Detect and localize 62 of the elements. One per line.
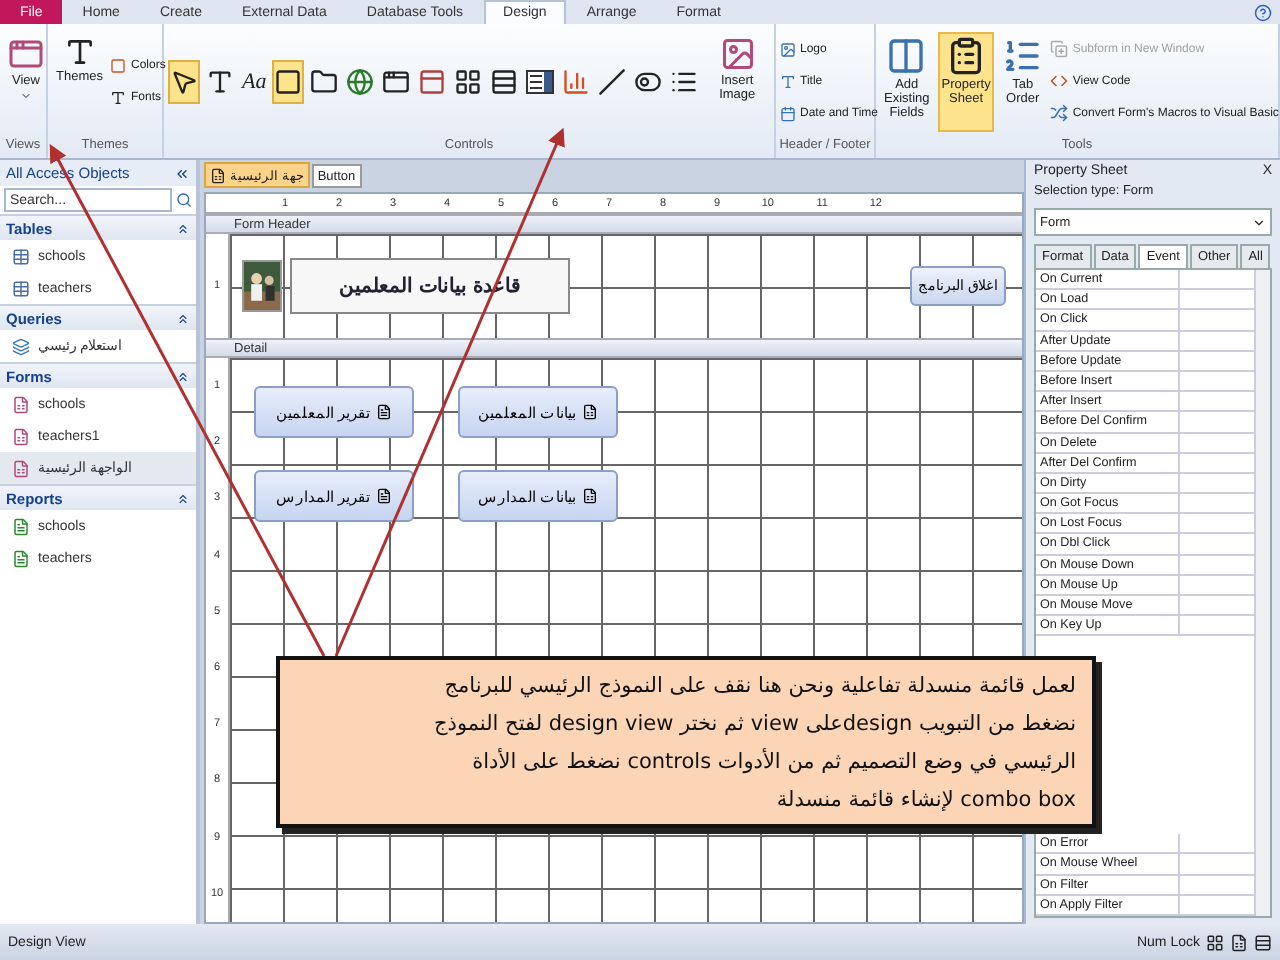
textbox-icon xyxy=(206,67,234,95)
report-icon xyxy=(376,404,393,420)
dropdown-icon xyxy=(1252,215,1266,229)
table-icon xyxy=(12,279,30,297)
fields-icon xyxy=(886,35,927,75)
form-icon xyxy=(12,427,30,445)
page-break-icon xyxy=(490,67,519,95)
collapse-icon[interactable] xyxy=(176,491,190,505)
scrollbar[interactable] xyxy=(1254,270,1270,916)
collapse-icon[interactable] xyxy=(176,369,190,383)
code-icon xyxy=(1050,72,1069,90)
collapse-icon[interactable] xyxy=(176,311,190,325)
colors-icon xyxy=(110,57,127,73)
convert-icon xyxy=(1050,104,1069,122)
property-sheet-icon xyxy=(946,35,987,75)
image-icon xyxy=(719,35,756,71)
callout-text: combo box لإنشاء قائمة منسدلة xyxy=(774,787,1076,811)
fonts-icon xyxy=(110,89,127,105)
callout-text: لعمل قائمة منسدلة تفاعلية ونحن هنا نقف على النموذج الرئيسي للبرنامج xyxy=(442,673,1076,697)
callout-text: نضغط من التبويب designعلى view ثم نختر design view لفتح النموذج xyxy=(431,711,1076,735)
form-icon xyxy=(12,395,30,413)
control-tool[interactable] xyxy=(168,59,200,103)
list-box-icon xyxy=(670,67,699,95)
line-icon xyxy=(598,67,627,95)
logo-icon xyxy=(780,41,796,57)
collapse-icon[interactable] xyxy=(174,165,190,181)
subform-icon xyxy=(1050,40,1069,58)
search-icon[interactable] xyxy=(176,192,192,208)
report-icon xyxy=(12,517,30,535)
view-icon xyxy=(8,35,44,71)
caret-icon xyxy=(20,89,32,102)
option-group-icon xyxy=(454,67,483,95)
globe-icon xyxy=(346,67,375,95)
calendar-icon xyxy=(780,105,796,121)
view-switch-icon[interactable] xyxy=(1206,933,1224,951)
folder-icon xyxy=(310,67,339,95)
label-tool-glyph: Aa xyxy=(242,69,267,93)
report-icon xyxy=(12,549,30,567)
tab-order-icon xyxy=(1002,35,1043,75)
themes-icon xyxy=(63,35,96,67)
collapse-icon[interactable] xyxy=(176,221,190,235)
window-icon xyxy=(382,67,411,95)
control-tool[interactable] xyxy=(272,59,305,103)
toggle-icon xyxy=(634,67,663,95)
chart-icon xyxy=(562,67,591,95)
panel-icon xyxy=(418,67,447,95)
query-icon xyxy=(12,337,30,355)
combo-box-icon xyxy=(526,67,555,95)
form-icon xyxy=(12,459,30,477)
view-switch-icon[interactable] xyxy=(1230,933,1248,951)
callout-text: الرئيسي في وضع التصميم ثم من الأدوات controls نضغط على الأداة xyxy=(470,749,1076,773)
form-icon xyxy=(582,488,599,504)
help-icon[interactable] xyxy=(1254,3,1272,21)
button-tool-icon xyxy=(274,67,303,95)
form-icon xyxy=(210,167,226,183)
view-switch-icon[interactable] xyxy=(1254,933,1272,951)
table-icon xyxy=(12,247,30,265)
control-tool[interactable]: Aa xyxy=(240,59,269,103)
title-icon xyxy=(780,73,796,89)
form-icon xyxy=(582,404,599,420)
report-icon xyxy=(376,488,393,504)
pointer-icon xyxy=(170,67,198,95)
